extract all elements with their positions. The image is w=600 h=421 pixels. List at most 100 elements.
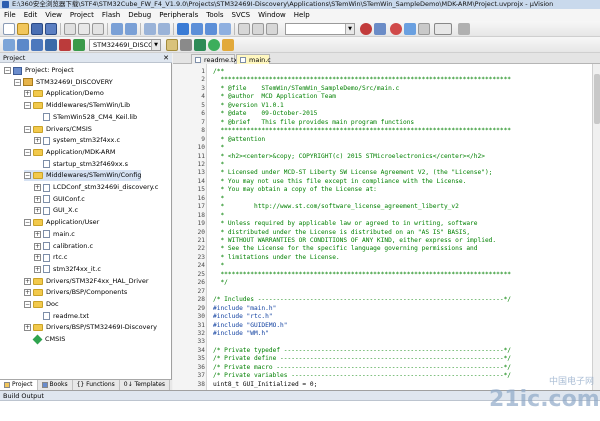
tree-file-item[interactable]: + rtc.c [34,252,67,263]
menu-window[interactable]: Window [254,9,290,21]
tree-file-item[interactable]: + system_stm32f4xx.c [34,135,120,146]
close-panel-icon[interactable]: ✕ [163,53,169,63]
tree-expander-icon[interactable]: + [24,277,31,285]
tree-file-item[interactable]: + calibration.c [34,241,93,252]
tree-expander-icon[interactable]: + [24,289,31,297]
tree-expander-icon[interactable]: + [34,137,41,145]
download-icon[interactable] [73,39,85,51]
tree-expander-icon[interactable]: − [24,125,31,133]
tree-folder-item[interactable]: + Drivers/BSP/Components [24,287,127,298]
tree-expander-icon[interactable]: − [24,301,31,308]
tab-books[interactable]: Books [38,380,73,390]
tree-file-item[interactable]: readme.txt [34,311,89,322]
rebuild-icon[interactable] [31,39,43,51]
tree-expander-icon[interactable]: + [34,195,41,203]
tree-expander-icon[interactable]: − [24,102,31,110]
tree-expander-icon[interactable]: + [34,254,41,262]
save-all-icon[interactable] [45,23,57,35]
prev-bookmark-icon[interactable] [191,23,203,35]
tree-file-item[interactable]: + stm32f4xx_it.c [34,264,101,275]
tree-folder-item[interactable]: − Application/User [24,217,99,228]
tab-project[interactable]: Project [0,380,38,390]
tree-expander-icon[interactable]: + [34,265,41,273]
menu-flash[interactable]: Flash [98,9,124,21]
tree-folder-item[interactable]: − Project: Project [4,65,74,76]
target-select[interactable]: STM32469I_DISCOVERY ▼ [89,39,161,51]
manage-rte-icon[interactable] [194,39,206,51]
clear-bookmarks-icon[interactable] [219,23,231,35]
pack-installer-icon[interactable] [222,39,234,51]
tree-folder-item[interactable]: − Doc [24,299,59,310]
tree-folder-item[interactable]: − Drivers/CMSIS [24,124,92,135]
stop-build-icon[interactable] [59,39,71,51]
tab-templates[interactable]: 0↓ Templates [120,380,171,390]
tree-expander-icon[interactable]: + [34,242,41,250]
vertical-scrollbar[interactable] [592,64,600,390]
tab-main-c[interactable]: main.c [236,54,271,64]
tree-file-item[interactable]: + main.c [34,229,75,240]
tree-folder-item[interactable]: + Drivers/BSP/STM32469I-Discovery [24,322,157,333]
tree-expander-icon[interactable]: + [34,207,41,215]
menu-help[interactable]: Help [290,9,314,21]
file-extensions-icon[interactable] [180,39,192,51]
menu-svcs[interactable]: SVCS [228,9,255,21]
tab-readme-txt[interactable]: readme.txt [191,54,240,64]
tree-folder-item[interactable]: − STM32469I_DISCOVERY [14,77,113,88]
tree-file-item[interactable]: + LCDConf_stm32469i_discovery.c [34,182,158,193]
unindent-icon[interactable] [252,23,264,35]
undo-icon[interactable] [111,23,123,35]
menu-view[interactable]: View [41,9,66,21]
indent-icon[interactable] [238,23,250,35]
new-file-icon[interactable] [3,23,15,35]
tree-folder-item[interactable]: + Drivers/STM32F4xx_HAL_Driver [24,276,149,287]
comment-icon[interactable] [266,23,278,35]
batch-build-icon[interactable] [45,39,57,51]
tree-folder-item[interactable]: + Application/Demo [24,88,104,99]
tree-expander-icon[interactable]: + [34,184,41,191]
tree-folder-item[interactable]: − Application/MDK-ARM [24,147,115,158]
tab-functions[interactable]: {} Functions [73,380,120,390]
menu-tools[interactable]: Tools [202,9,227,21]
select-packs-icon[interactable] [208,39,220,51]
menu-project[interactable]: Project [66,9,98,21]
tree-file-item[interactable]: STemWin528_CM4_Keil.lib [34,112,137,123]
bookmark-icon[interactable] [177,23,189,35]
tree-expander-icon[interactable]: − [14,78,21,86]
nav-back-icon[interactable] [144,23,156,35]
view-icon[interactable] [418,23,430,35]
menu-debug[interactable]: Debug [124,9,155,21]
tools-icon[interactable] [458,23,470,35]
cut-icon[interactable] [64,23,76,35]
tree-expander-icon[interactable]: − [24,219,31,227]
open-folder-icon[interactable] [17,23,29,35]
tree-expander-icon[interactable]: − [24,172,31,180]
next-bookmark-icon[interactable] [205,23,217,35]
find-combo[interactable]: ▼ [285,23,355,35]
tree-expander-icon[interactable]: − [4,67,11,74]
tree-expander-icon[interactable]: + [24,90,31,98]
menu-peripherals[interactable]: Peripherals [155,9,202,21]
debug-start-icon[interactable] [360,23,372,35]
tree-file-item[interactable]: + GUIConf.c [34,194,85,205]
menu-file[interactable]: File [0,9,20,21]
paste-icon[interactable] [92,23,104,35]
tree-folder-item[interactable]: − Middlewares/STemWin/Config [24,170,142,182]
window-layout-icon[interactable] [404,23,416,35]
copy-icon[interactable] [78,23,90,35]
tree-file-item[interactable]: startup_stm32f469xx.s [34,159,128,170]
nav-forward-icon[interactable] [158,23,170,35]
translate-icon[interactable] [3,39,15,51]
find-in-files-icon[interactable] [374,23,386,35]
save-icon[interactable] [31,23,43,35]
tree-expander-icon[interactable]: + [24,324,31,332]
build-icon[interactable] [17,39,29,51]
target-options-icon[interactable] [166,39,178,51]
tree-expander-icon[interactable]: + [34,230,41,238]
breakpoint-icon[interactable] [390,23,402,35]
tree-folder-item[interactable]: CMSIS [24,334,65,345]
menu-edit[interactable]: Edit [20,9,42,21]
tree-file-item[interactable]: + GUI_X.c [34,205,78,216]
tree-folder-item[interactable]: − Middlewares/STemWin/Lib [24,100,130,111]
scrollbar-thumb[interactable] [594,74,600,124]
config-dropdown-icon[interactable] [434,23,452,35]
